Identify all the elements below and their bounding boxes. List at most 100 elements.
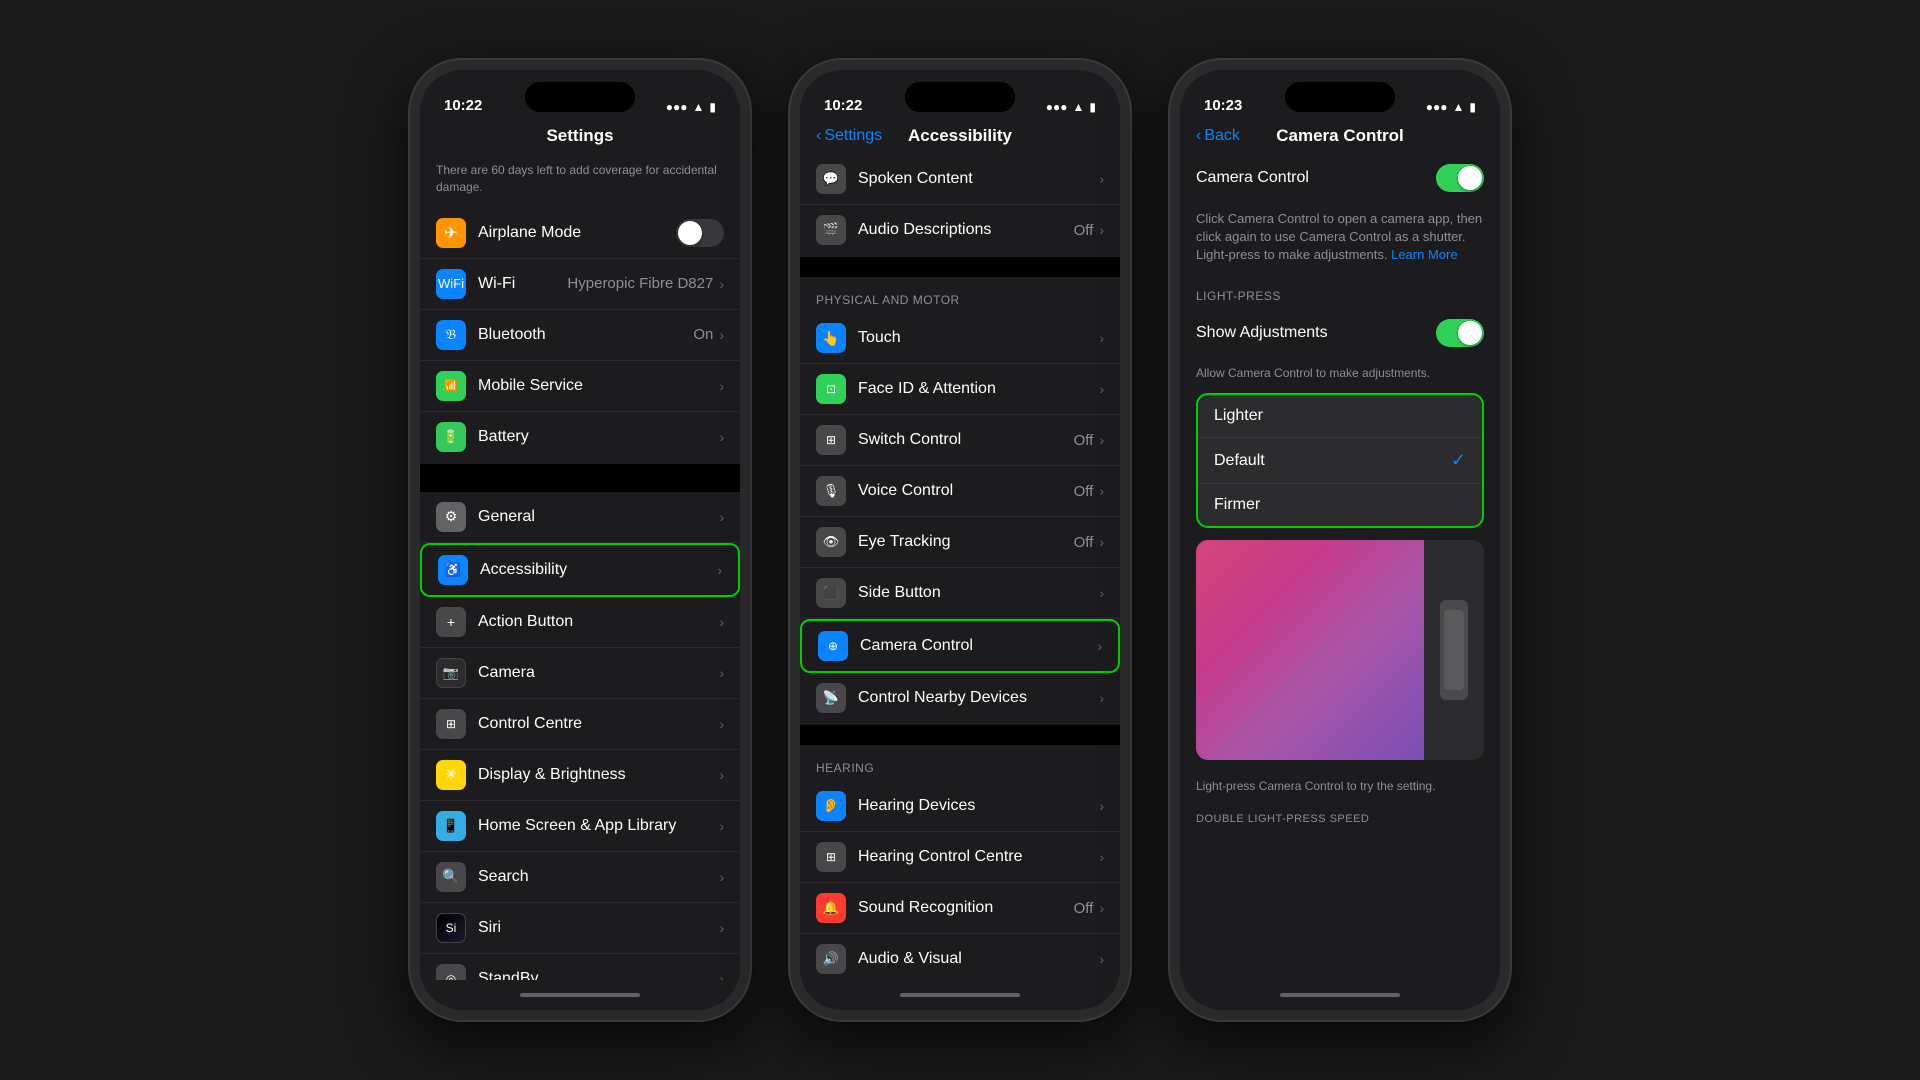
spoken-content-item[interactable]: 💬 Spoken Content › (800, 154, 1120, 205)
voice-control-icon: 🎙 (816, 476, 846, 506)
nav-bar-1: Settings (420, 120, 740, 154)
general-item[interactable]: ⚙ General › (420, 492, 740, 543)
camera-control-acc-icon: ⊕ (818, 631, 848, 661)
siri-label: Siri (478, 919, 719, 937)
search-item[interactable]: 🔍 Search › (420, 852, 740, 903)
airplane-mode-item[interactable]: ✈ Airplane Mode (420, 208, 740, 259)
audio-desc-item[interactable]: 🎬 Audio Descriptions Off › (800, 205, 1120, 255)
camera-illustration-left (1196, 540, 1424, 760)
side-button-item[interactable]: ⬛ Side Button › (800, 568, 1120, 619)
standby-chevron: › (719, 971, 724, 980)
control-nearby-item[interactable]: 📡 Control Nearby Devices › (800, 673, 1120, 723)
camera-content: Camera (478, 664, 719, 682)
mobile-service-item[interactable]: 📶 Mobile Service › (420, 361, 740, 412)
siri-item[interactable]: Si Siri › (420, 903, 740, 954)
wifi-item[interactable]: WiFi Wi-Fi Hyperopic Fibre D827 › (420, 259, 740, 310)
switch-control-chevron: › (1099, 432, 1104, 448)
nav-bar-2: ‹ Settings Accessibility (800, 120, 1120, 154)
sound-recognition-item[interactable]: 🔔 Sound Recognition Off › (800, 883, 1120, 934)
lighter-option[interactable]: Lighter (1198, 395, 1482, 438)
adjust-description: Allow Camera Control to make adjustments… (1180, 359, 1500, 390)
siri-content: Siri (478, 919, 719, 937)
accessibility-list[interactable]: 💬 Spoken Content › 🎬 Audio Descriptions … (800, 154, 1120, 980)
learn-more-link[interactable]: Learn More (1391, 247, 1457, 262)
show-adjustments-content: Show Adjustments (1196, 324, 1436, 342)
audio-visual-item[interactable]: 🔊 Audio & Visual › (800, 934, 1120, 980)
audio-desc-chevron: › (1099, 222, 1104, 238)
control-centre-content: Control Centre (478, 715, 719, 733)
action-button-icon: + (436, 607, 466, 637)
touch-item[interactable]: 👆 Touch › (800, 313, 1120, 364)
touch-content: Touch (858, 329, 1099, 347)
status-icons-1: ●●● ▲ ▮ (666, 100, 716, 114)
face-id-content: Face ID & Attention (858, 380, 1099, 398)
back-button-2[interactable]: ‹ Settings (816, 127, 882, 145)
vision-group: 💬 Spoken Content › 🎬 Audio Descriptions … (800, 154, 1120, 255)
accessibility-item[interactable]: ♿ Accessibility › (420, 543, 740, 597)
standby-label: StandBy (478, 970, 719, 980)
action-button-item[interactable]: + Action Button › (420, 597, 740, 648)
eye-tracking-label: Eye Tracking (858, 533, 1074, 551)
nav-bar-3: ‹ Back Camera Control (1180, 120, 1500, 154)
touch-icon: 👆 (816, 323, 846, 353)
switch-control-item[interactable]: ⊞ Switch Control Off › (800, 415, 1120, 466)
airplane-toggle[interactable] (676, 219, 724, 247)
voice-control-item[interactable]: 🎙 Voice Control Off › (800, 466, 1120, 517)
side-button-icon: ⬛ (816, 578, 846, 608)
camera-control-acc-item[interactable]: ⊕ Camera Control › (800, 619, 1120, 673)
eye-tracking-content: Eye Tracking (858, 533, 1074, 551)
hearing-devices-item[interactable]: 👂 Hearing Devices › (800, 781, 1120, 832)
standby-item[interactable]: ◎ StandBy › (420, 954, 740, 980)
mobile-icon: 📶 (436, 371, 466, 401)
back-button-3[interactable]: ‹ Back (1196, 127, 1240, 145)
back-label-2: Settings (824, 127, 882, 145)
display-brightness-item[interactable]: ☀ Display & Brightness › (420, 750, 740, 801)
show-adjustments-knob (1458, 321, 1482, 345)
mobile-content: Mobile Service (478, 377, 719, 395)
show-adjustments-item[interactable]: Show Adjustments (1180, 309, 1500, 357)
press-options-container: Lighter Default ✓ Firmer (1196, 393, 1484, 528)
page-title-2: Accessibility (908, 126, 1012, 146)
status-icons-2: ●●● ▲ ▮ (1046, 100, 1096, 114)
camera-illustration (1196, 540, 1484, 760)
eye-tracking-item[interactable]: 👁 Eye Tracking Off › (800, 517, 1120, 568)
search-icon: 🔍 (436, 862, 466, 892)
home-screen-item[interactable]: 📱 Home Screen & App Library › (420, 801, 740, 852)
page-title-3: Camera Control (1276, 126, 1404, 146)
audio-desc-label: Audio Descriptions (858, 221, 1074, 239)
sound-recognition-content: Sound Recognition (858, 899, 1074, 917)
face-id-item[interactable]: ⊡ Face ID & Attention › (800, 364, 1120, 415)
camera-control-acc-label: Camera Control (860, 637, 1097, 655)
bluetooth-item[interactable]: 𝔅 Bluetooth On › (420, 310, 740, 361)
spoken-content-chevron: › (1099, 171, 1104, 187)
general-chevron: › (719, 509, 724, 525)
action-chevron: › (719, 614, 724, 630)
hearing-devices-content: Hearing Devices (858, 797, 1099, 815)
show-adjustments-toggle[interactable] (1436, 319, 1484, 347)
sound-recognition-chevron: › (1099, 900, 1104, 916)
default-option[interactable]: Default ✓ (1198, 438, 1482, 484)
dynamic-island-1 (525, 82, 635, 112)
firmer-label: Firmer (1214, 496, 1260, 514)
home-screen-content: Home Screen & App Library (478, 817, 719, 835)
firmer-option[interactable]: Firmer (1198, 484, 1482, 526)
action-button-label: Action Button (478, 613, 719, 631)
control-nearby-content: Control Nearby Devices (858, 689, 1099, 707)
voice-control-chevron: › (1099, 483, 1104, 499)
toggle-knob (678, 221, 702, 245)
battery-item[interactable]: 🔋 Battery › (420, 412, 740, 462)
camera-control-list[interactable]: Camera Control Click Camera Control to o… (1180, 154, 1500, 980)
audio-visual-chevron: › (1099, 951, 1104, 967)
page-title-1: Settings (546, 126, 613, 146)
hearing-devices-chevron: › (1099, 798, 1104, 814)
camera-control-main-item[interactable]: Camera Control (1180, 154, 1500, 202)
control-centre-item[interactable]: ⊞ Control Centre › (420, 699, 740, 750)
camera-control-toggle[interactable] (1436, 164, 1484, 192)
double-light-press-label: DOUBLE LIGHT-PRESS SPEED (1180, 801, 1500, 831)
settings-list[interactable]: There are 60 days left to add coverage f… (420, 154, 740, 980)
section-divider-acc-1 (800, 257, 1120, 277)
eye-tracking-chevron: › (1099, 534, 1104, 550)
hearing-control-centre-item[interactable]: ⊞ Hearing Control Centre › (800, 832, 1120, 883)
camera-item[interactable]: 📷 Camera › (420, 648, 740, 699)
show-adjustments-label: Show Adjustments (1196, 324, 1436, 342)
